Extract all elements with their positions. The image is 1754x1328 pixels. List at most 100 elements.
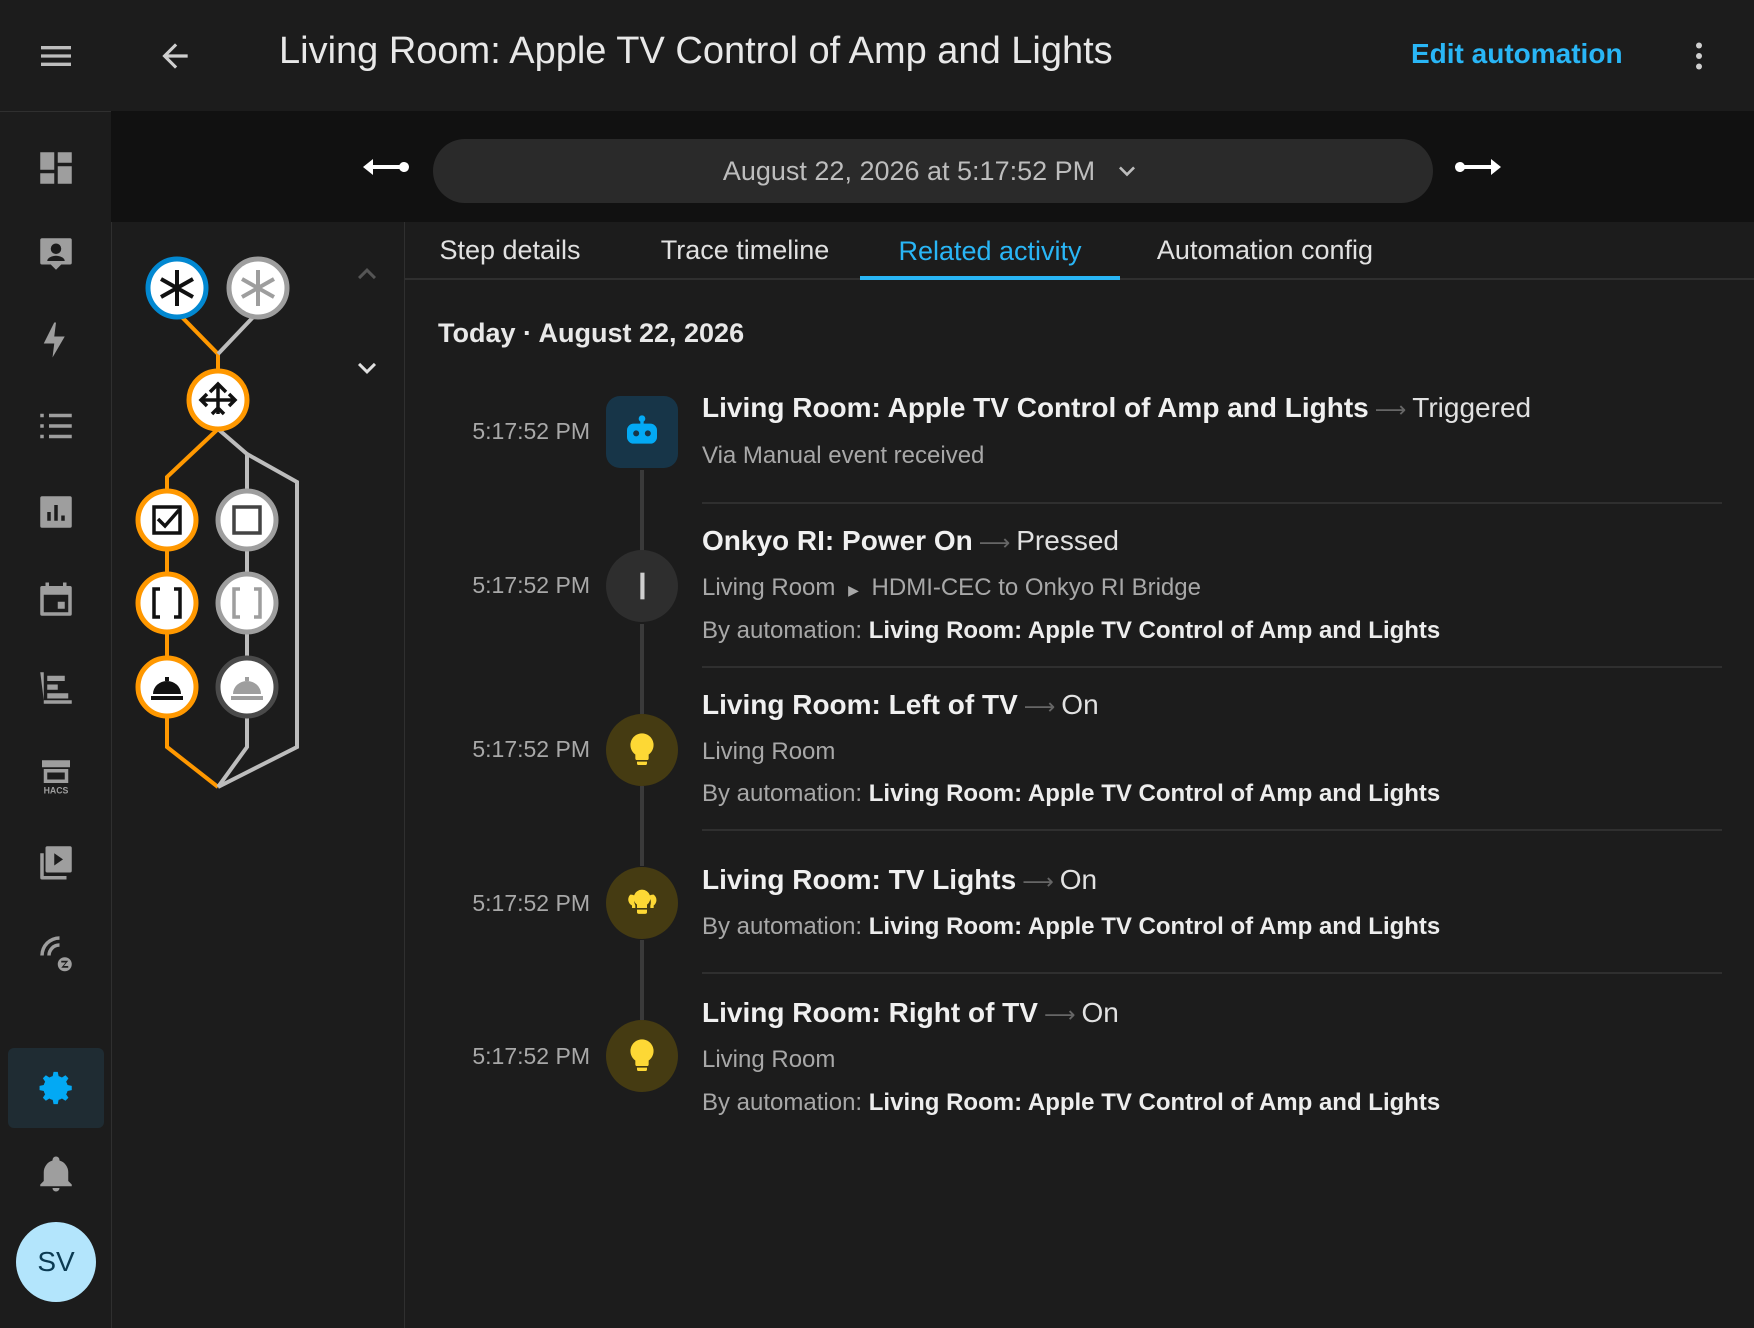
sidebar-item-settings[interactable]: [8, 1048, 104, 1128]
trace-select[interactable]: August 22, 2026 at 5:17:52 PM: [433, 139, 1433, 203]
timeline-bars-icon: [40, 672, 72, 704]
sidebar-item-history[interactable]: [8, 472, 104, 552]
entry-title: Living Room: TV Lights ⟶ On: [702, 864, 1097, 896]
menu-button[interactable]: [0, 0, 111, 112]
graph-node-sequence-2[interactable]: [215, 571, 279, 635]
play-box-icon: [40, 846, 72, 880]
tab-trace-timeline[interactable]: Trace timeline: [635, 222, 855, 278]
sidebar-item-logbook[interactable]: [8, 386, 104, 466]
older-trace-button[interactable]: [359, 141, 411, 193]
divider: [702, 972, 1722, 974]
area-link[interactable]: Living Room: [702, 1046, 835, 1074]
arrow-left-icon: [162, 43, 188, 69]
entity-state: On: [1081, 997, 1119, 1028]
graph-next-button[interactable]: [337, 338, 397, 398]
graph-node-sequence-1[interactable]: [135, 571, 199, 635]
button-icon: [606, 550, 678, 622]
graph-node-condition-1[interactable]: [135, 488, 199, 552]
graph-node-choose[interactable]: [186, 368, 250, 432]
entry-title: Living Room: Apple TV Control of Amp and…: [702, 392, 1531, 424]
lightbulb-icon: [606, 1020, 678, 1092]
entity-state: On: [1059, 864, 1098, 895]
trace-select-value: August 22, 2026 at 5:17:52 PM: [722, 155, 1096, 186]
graph-node-trigger-1[interactable]: [145, 256, 209, 320]
arrow-right-icon: ⟶: [1023, 694, 1056, 719]
context-label: By automation:: [702, 780, 863, 807]
menu-icon: [40, 45, 71, 66]
sidebar-item-overview[interactable]: [8, 128, 104, 208]
hacs-store-icon: HACS: [42, 760, 70, 796]
arrow-right-icon: ⟶: [1022, 869, 1054, 894]
chevron-up-icon: [358, 268, 376, 280]
overflow-menu-button[interactable]: [1675, 32, 1723, 80]
graph-node-condition-2[interactable]: [215, 488, 279, 552]
arrow-right-icon: ⟶: [1043, 1002, 1076, 1027]
ray-start-arrow-right-icon: [1455, 159, 1501, 175]
graph-previous-button[interactable]: [337, 244, 397, 304]
sidebar-item-media[interactable]: [8, 822, 104, 902]
sidebar-item-notifications[interactable]: [8, 1134, 104, 1214]
divider: [702, 502, 1722, 504]
trace-navigator: August 22, 2026 at 5:17:52 PM: [111, 111, 1754, 222]
graph-node-service-2[interactable]: [215, 655, 279, 719]
edit-automation-button[interactable]: Edit automation: [1411, 38, 1623, 70]
arrow-right-icon: ⟶: [978, 530, 1011, 555]
entry-context: By automation: Living Room: Apple TV Con…: [702, 1089, 1440, 1117]
sidebar-item-calendar[interactable]: [8, 560, 104, 640]
context-automation-link[interactable]: Living Room: Apple TV Control of Amp and…: [869, 913, 1441, 940]
timeline-connector: [640, 624, 644, 714]
entry-time: 5:17:52 PM: [472, 736, 590, 762]
entry-location: Living Room ▶ HDMI-CEC to Onkyo RI Bridg…: [702, 574, 1201, 602]
sidebar-item-zigbee[interactable]: [8, 912, 104, 992]
arrow-right-icon: ⟶: [1374, 397, 1407, 422]
entity-name[interactable]: Onkyo RI: Power On: [702, 525, 973, 556]
divider: [702, 829, 1722, 831]
sidebar-item-todo[interactable]: [8, 648, 104, 728]
top-app-bar: Living Room: Apple TV Control of Amp and…: [111, 0, 1754, 112]
context-label: By automation:: [702, 1089, 863, 1116]
context-automation-link[interactable]: Living Room: Apple TV Control of Amp and…: [869, 1089, 1441, 1116]
context-label: By automation:: [702, 913, 863, 940]
entity-name[interactable]: Living Room: Left of TV: [702, 689, 1018, 720]
tab-related-activity[interactable]: Related activity: [860, 222, 1120, 280]
graph-node-service-1[interactable]: [135, 655, 199, 719]
entity-name[interactable]: Living Room: TV Lights: [702, 864, 1016, 895]
entry-time: 5:17:52 PM: [472, 1043, 590, 1069]
entry-time: 5:17:52 PM: [472, 572, 590, 598]
context-automation-link[interactable]: Living Room: Apple TV Control of Amp and…: [869, 617, 1441, 644]
day-header: Today · August 22, 2026: [438, 318, 745, 348]
entity-state: Triggered: [1412, 392, 1532, 423]
chevron-down-icon: [1119, 166, 1136, 177]
ray-end-arrow-left-icon: [363, 159, 409, 175]
sidebar-item-energy[interactable]: [8, 300, 104, 380]
chevron-down-icon: [358, 362, 376, 374]
tab-bar: Step details Trace timeline Related acti…: [405, 222, 1754, 280]
robot-icon: [606, 396, 678, 468]
avatar[interactable]: SV: [16, 1222, 96, 1302]
entity-name[interactable]: Living Room: Right of TV: [702, 997, 1038, 1028]
page-title: Living Room: Apple TV Control of Amp and…: [279, 30, 1113, 72]
entity-name[interactable]: Living Room: Apple TV Control of Amp and…: [702, 392, 1369, 423]
entry-context: By automation: Living Room: Apple TV Con…: [702, 913, 1440, 941]
timeline-connector: [640, 786, 644, 866]
sidebar-item-hacs[interactable]: HACS: [8, 736, 104, 816]
lightbulb-icon: [606, 714, 678, 786]
area-link[interactable]: Living Room: [702, 738, 835, 766]
bell-icon: [40, 1156, 72, 1192]
entry-trigger-description: Via Manual event received: [702, 442, 985, 469]
chart-box-icon: [40, 496, 72, 528]
back-button[interactable]: [151, 32, 199, 80]
tab-step-details[interactable]: Step details: [405, 222, 615, 278]
entry-context: By automation: Living Room: Apple TV Con…: [702, 780, 1440, 808]
area-link[interactable]: Living Room: [702, 574, 835, 601]
device-link[interactable]: HDMI-CEC to Onkyo RI Bridge: [872, 574, 1201, 601]
newer-trace-button[interactable]: [1453, 141, 1505, 193]
zigbee-signal-icon: [40, 936, 72, 972]
entry-time: 5:17:52 PM: [472, 418, 590, 444]
lightbulb-group-icon: [606, 867, 678, 939]
sidebar-item-map[interactable]: [8, 214, 104, 294]
entity-state: Pressed: [1016, 525, 1119, 556]
tab-automation-config[interactable]: Automation config: [1135, 222, 1395, 278]
graph-node-trigger-2[interactable]: [226, 256, 290, 320]
context-automation-link[interactable]: Living Room: Apple TV Control of Amp and…: [869, 780, 1441, 807]
